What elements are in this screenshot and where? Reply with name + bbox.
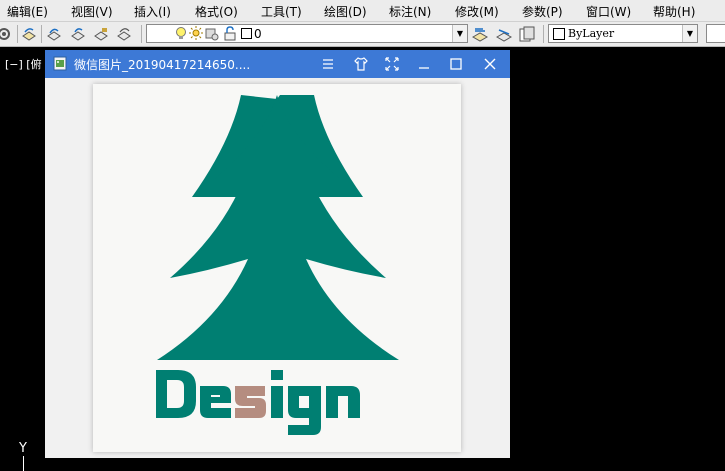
image-viewer-window: 微信图片_20190417214650....: [45, 50, 510, 458]
ucs-y-axis-label: Y: [19, 441, 27, 456]
chevron-down-icon[interactable]: ▼: [682, 25, 697, 42]
toolbar-separator: [41, 25, 42, 43]
toolbar-separator: [17, 25, 18, 43]
layer-dropdown[interactable]: 0 ▼: [146, 24, 468, 43]
menu-parametric[interactable]: 参数(P): [522, 3, 563, 20]
layer-isolate-icon[interactable]: [70, 26, 86, 42]
design-logo-image: [156, 95, 399, 435]
color-dropdown[interactable]: ByLayer ▼: [548, 24, 698, 43]
close-icon[interactable]: [482, 56, 498, 72]
menu-icon[interactable]: [320, 56, 336, 72]
layer-tool-icon[interactable]: [21, 26, 37, 42]
layer-color-swatch: [241, 28, 252, 39]
layer-unisolate-icon[interactable]: [116, 26, 132, 42]
menu-view[interactable]: 视图(V): [71, 3, 113, 20]
fullscreen-icon[interactable]: [384, 56, 400, 72]
color-value: ByLayer: [568, 27, 615, 40]
sun-icon[interactable]: [189, 26, 203, 41]
gear-icon[interactable]: [0, 26, 12, 42]
layer-states-icon[interactable]: [519, 26, 535, 42]
make-current-layer-icon[interactable]: [472, 26, 488, 42]
maximize-icon[interactable]: [448, 56, 464, 72]
image-canvas: [93, 84, 461, 452]
unlock-icon[interactable]: [223, 26, 237, 41]
toolbar-separator: [543, 25, 544, 43]
menu-bar: 编辑(E) 视图(V) 插入(I) 格式(O) 工具(T) 绘图(D) 标注(N…: [0, 0, 725, 22]
viewer-title: 微信图片_20190417214650....: [74, 58, 251, 72]
menu-draw[interactable]: 绘图(D): [324, 3, 367, 20]
color-swatch: [553, 28, 565, 40]
tree-top: [192, 95, 363, 197]
toolbar: 0 ▼ ByLayer ▼: [0, 22, 725, 47]
layer-match-icon[interactable]: [496, 26, 512, 42]
layer-previous-icon[interactable]: [46, 26, 62, 42]
design-wordmark: [156, 370, 360, 435]
layer-lock-icon[interactable]: [93, 26, 109, 42]
menu-window[interactable]: 窗口(W): [586, 3, 631, 20]
lightbulb-icon[interactable]: [174, 26, 188, 41]
menu-dimension[interactable]: 标注(N): [389, 3, 431, 20]
menu-insert[interactable]: 插入(I): [134, 3, 171, 20]
shirt-icon[interactable]: [353, 56, 369, 72]
viewer-titlebar[interactable]: 微信图片_20190417214650....: [45, 50, 510, 78]
menu-help[interactable]: 帮助(H): [653, 3, 695, 20]
linetype-dropdown[interactable]: [706, 24, 725, 43]
menu-tools[interactable]: 工具(T): [261, 3, 302, 20]
viewport-freeze-icon[interactable]: [205, 26, 219, 41]
chevron-down-icon[interactable]: ▼: [452, 25, 467, 42]
ucs-y-axis-line: [23, 456, 24, 471]
image-file-icon: [53, 56, 67, 71]
menu-edit[interactable]: 编辑(E): [7, 3, 48, 20]
minimize-icon[interactable]: [416, 56, 432, 72]
menu-format[interactable]: 格式(O): [195, 3, 238, 20]
menu-modify[interactable]: 修改(M): [455, 3, 499, 20]
layer-name: 0: [254, 27, 262, 41]
viewport-controls[interactable]: [−] [俯: [5, 56, 42, 72]
toolbar-separator: [141, 25, 142, 43]
